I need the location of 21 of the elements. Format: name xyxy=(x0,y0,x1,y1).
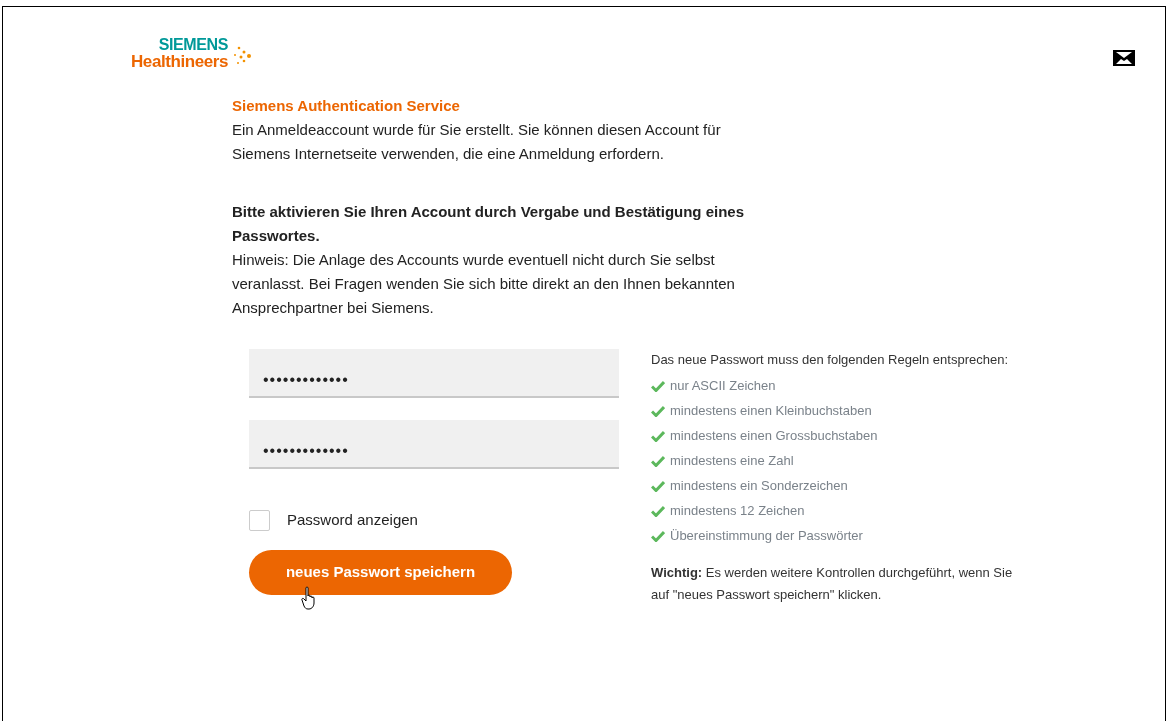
rule-label: mindestens eine Zahl xyxy=(670,452,794,470)
password-field[interactable]: ••••••••••••• xyxy=(249,420,619,469)
intro-text: Ein Anmeldeaccount wurde für Sie erstellt. Sie können diesen Account für Siemens Internetseite verwenden, die eine Anmeldung erfordern. xyxy=(232,120,722,164)
service-title: Siemens Authentication Service xyxy=(232,96,461,116)
hint-text: Hinweis: Die Anlage des Accounts wurde eventuell nicht durch Sie selbst veranlasst. Bei Fragen wenden Sie sich bitte direkt an den Ihnen bekannten Ansprechpartner bei Siemens. xyxy=(232,250,736,318)
important-note: Wichtig: Es werden weitere Kontrollen durchgeführt, wenn Sie auf "neues Passwort speichern" klicken. xyxy=(651,564,1014,604)
rule-label: Übereinstimmung der Passwörter xyxy=(670,527,863,545)
rule-label: mindestens einen Kleinbuchstaben xyxy=(670,402,872,420)
show-password-checkbox[interactable] xyxy=(249,509,270,531)
activation-heading: Bitte aktivieren Sie Ihren Account durch Vergabe und Bestätigung eines Passwortes. xyxy=(232,202,746,246)
show-password-label: Password anzeigen xyxy=(287,510,418,530)
rule-label: mindestens ein Sonderzeichen xyxy=(670,477,848,495)
mail-icon[interactable] xyxy=(1113,50,1135,66)
logo-subtitle: Healthineers xyxy=(131,53,228,70)
rules-intro: Das neue Passwort muss den folgenden Regeln entsprechen: xyxy=(651,351,1009,369)
rule-label: nur ASCII Zeichen xyxy=(670,377,776,395)
password-field[interactable]: ••••••••••••• xyxy=(249,349,619,398)
rule-label: mindestens einen Grossbuchstaben xyxy=(670,427,878,445)
logo-wordmark: SIEMENS xyxy=(158,37,228,53)
logo-dots-icon xyxy=(231,44,252,67)
rule-label: mindestens 12 Zeichen xyxy=(670,502,805,520)
